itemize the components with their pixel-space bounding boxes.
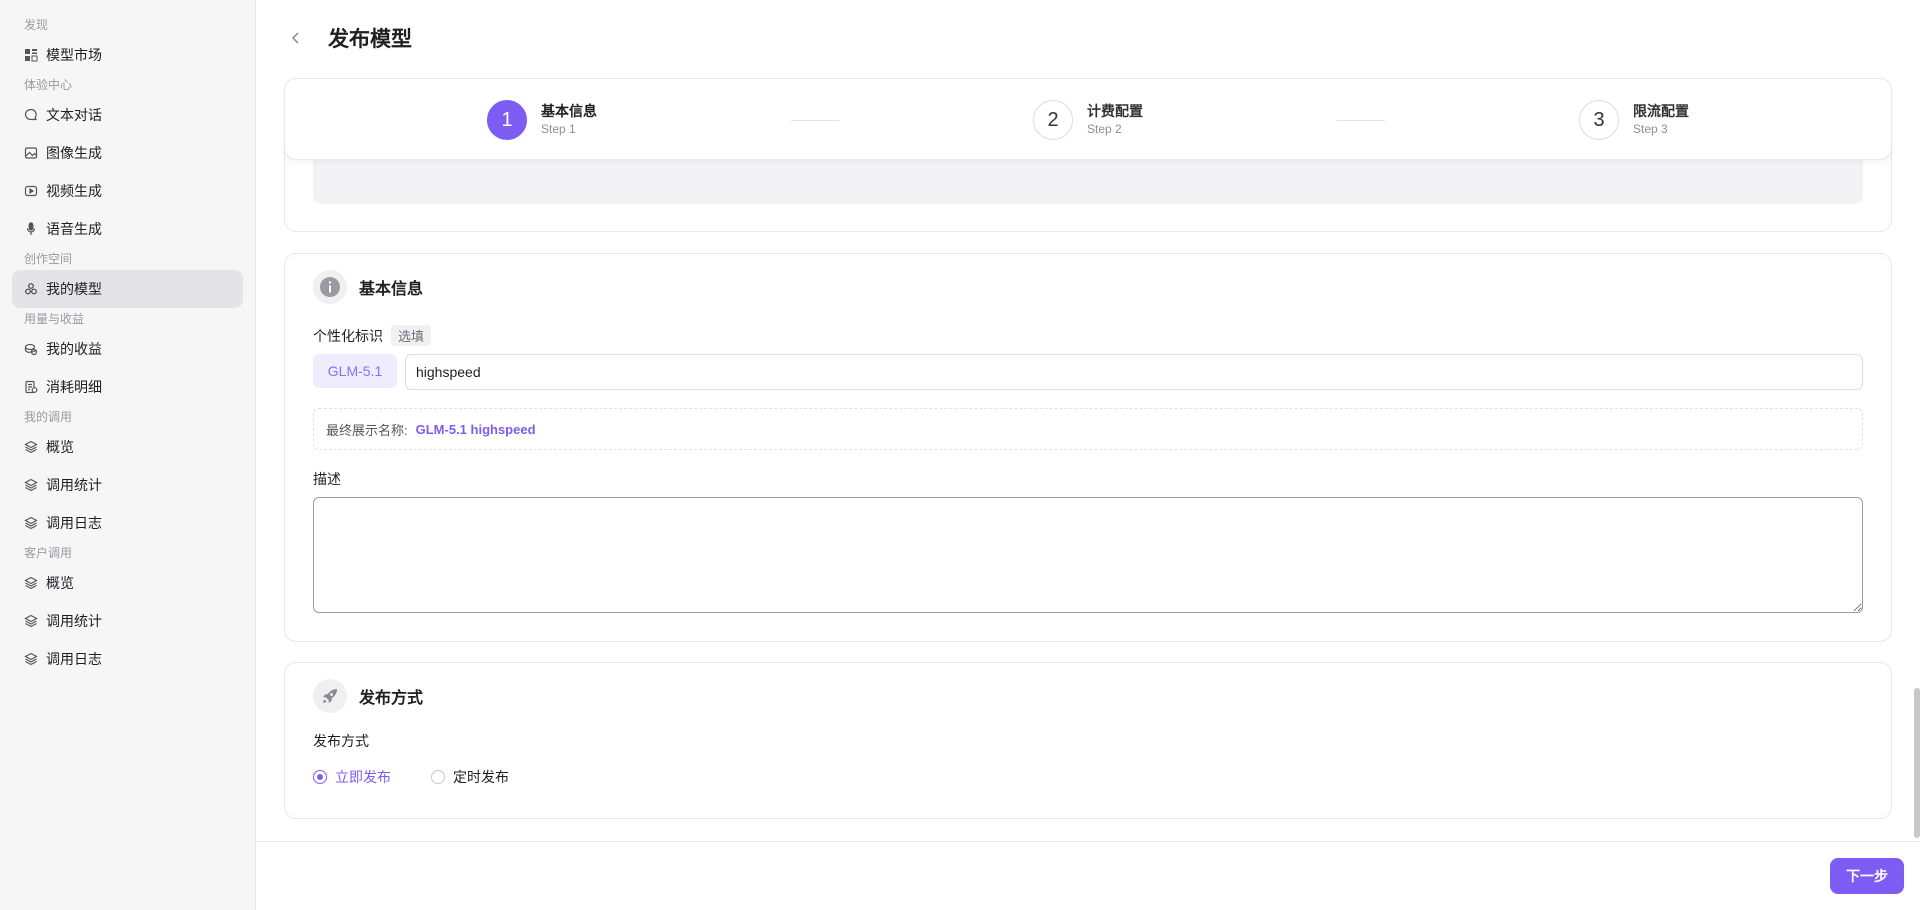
step-title: 基本信息: [541, 103, 597, 119]
sidebar-item-label: 调用日志: [46, 651, 102, 667]
sidebar-item-label: 模型市场: [46, 47, 102, 63]
step-connector: [791, 120, 839, 121]
sidebar-item-label: 文本对话: [46, 107, 102, 123]
sidebar-item-label: 调用统计: [46, 613, 102, 629]
step-number: 3: [1579, 100, 1619, 140]
receipt-icon: [24, 380, 38, 394]
stepper: 1 基本信息 Step 1 2 计费配置 Step 2 3 限流配置 Step …: [284, 78, 1892, 160]
sidebar-item-label: 消耗明细: [46, 379, 102, 395]
group-title-experience: 体验中心: [24, 78, 73, 92]
sidebar-item-label: 调用日志: [46, 515, 102, 531]
model-prefix-tag: GLM-5.1: [313, 354, 397, 388]
sidebar-item-image-gen[interactable]: 图像生成: [12, 134, 243, 172]
description-textarea[interactable]: [313, 497, 1863, 613]
basic-info-card: 基本信息 个性化标识 选填 GLM-5.1 最终展示名称: GLM-5.1 hi…: [284, 253, 1892, 642]
group-title-customer-calls: 客户调用: [24, 546, 73, 560]
back-button[interactable]: [284, 26, 308, 50]
custom-id-input[interactable]: [405, 354, 1863, 390]
scheduled-publish-radio[interactable]: 定时发布: [431, 767, 509, 787]
publish-method-card: 发布方式 发布方式 立即发布 定时发布: [284, 662, 1892, 819]
layers-icon: [24, 516, 38, 530]
main-panel: 发布模型 1 基本信息 Step 1 2 计费配置 Step 2 3 限流配置 …: [256, 0, 1920, 910]
card-title: 基本信息: [359, 281, 424, 298]
footer: 下一步: [256, 841, 1920, 910]
sidebar-item-customer-call-stats[interactable]: 调用统计: [12, 602, 243, 640]
layers-icon: [24, 576, 38, 590]
display-name-preview: 最终展示名称: GLM-5.1 highspeed: [313, 408, 1863, 450]
preview-value: GLM-5.1 highspeed: [415, 421, 536, 437]
sidebar-item-my-earnings[interactable]: 我的收益: [12, 330, 243, 368]
sidebar-item-consumption[interactable]: 消耗明细: [12, 368, 243, 406]
radio-dot: [313, 770, 327, 784]
sidebar-item-label: 语音生成: [46, 221, 102, 237]
group-title-creation: 创作空间: [24, 252, 73, 266]
card-header: 发布方式: [313, 679, 423, 713]
layers-icon: [24, 440, 38, 454]
step-subtitle: Step 3: [1633, 122, 1668, 136]
chat-bubble-icon: [24, 108, 38, 122]
sidebar-item-label: 概览: [46, 439, 74, 455]
sidebar-item-voice-gen[interactable]: 语音生成: [12, 210, 243, 248]
group-title-usage: 用量与收益: [24, 312, 85, 326]
sidebar-item-label: 视频生成: [46, 183, 102, 199]
radio-label: 定时发布: [453, 769, 509, 785]
models-icon: [24, 282, 38, 296]
card-header: 基本信息: [313, 270, 423, 304]
layers-icon: [24, 614, 38, 628]
image-icon: [24, 146, 38, 160]
grid-icon: [24, 48, 38, 62]
step-subtitle: Step 2: [1087, 122, 1122, 136]
scrollbar[interactable]: [1914, 688, 1920, 838]
sidebar-item-my-overview[interactable]: 概览: [12, 428, 243, 466]
sidebar-item-label: 我的收益: [46, 341, 102, 357]
field-label-text: 个性化标识: [313, 327, 383, 344]
sidebar-item-my-call-stats[interactable]: 调用统计: [12, 466, 243, 504]
step-title: 计费配置: [1087, 103, 1143, 119]
step-connector: [1337, 120, 1385, 121]
step-2[interactable]: 2 计费配置 Step 2: [1033, 100, 1143, 140]
sidebar-item-my-models[interactable]: 我的模型: [12, 270, 243, 308]
description-label: 描述: [313, 471, 341, 487]
sidebar-item-my-call-logs[interactable]: 调用日志: [12, 504, 243, 542]
step-number: 1: [487, 100, 527, 140]
sidebar-item-label: 图像生成: [46, 145, 102, 161]
radio-label: 立即发布: [335, 769, 391, 785]
sidebar-item-label: 调用统计: [46, 477, 102, 493]
publish-method-radio-group: 立即发布 定时发布: [313, 767, 549, 787]
group-title-discover: 发现: [24, 18, 49, 32]
microphone-icon: [24, 222, 38, 236]
rocket-icon: [313, 679, 347, 713]
group-title-my-calls: 我的调用: [24, 410, 73, 424]
sidebar-item-text-chat[interactable]: 文本对话: [12, 96, 243, 134]
sidebar: 发现 模型市场 体验中心 文本对话 图像生成 视频生成 语音生成 创作空间 我的…: [0, 0, 256, 910]
sidebar-item-label: 我的模型: [46, 281, 102, 297]
page-header: 发布模型: [256, 0, 1920, 76]
chevron-left-icon: [291, 32, 299, 44]
sidebar-item-customer-call-logs[interactable]: 调用日志: [12, 640, 243, 678]
next-button[interactable]: 下一步: [1830, 858, 1904, 894]
page-title: 发布模型: [328, 28, 412, 51]
card-title: 发布方式: [359, 690, 424, 707]
sidebar-item-label: 概览: [46, 575, 74, 591]
sidebar-item-customer-overview[interactable]: 概览: [12, 564, 243, 602]
step-3[interactable]: 3 限流配置 Step 3: [1579, 100, 1689, 140]
publish-now-radio[interactable]: 立即发布: [313, 767, 391, 787]
layers-icon: [24, 478, 38, 492]
step-1[interactable]: 1 基本信息 Step 1: [487, 100, 597, 140]
publish-method-label: 发布方式: [313, 733, 369, 749]
layers-icon: [24, 652, 38, 666]
radio-dot: [431, 770, 445, 784]
step-subtitle: Step 1: [541, 122, 576, 136]
optional-tag: 选填: [391, 325, 432, 346]
sidebar-item-video-gen[interactable]: 视频生成: [12, 172, 243, 210]
info-icon: [313, 270, 347, 304]
preview-label: 最终展示名称:: [326, 422, 408, 438]
coins-icon: [24, 342, 38, 356]
video-icon: [24, 184, 38, 198]
step-title: 限流配置: [1633, 103, 1689, 119]
step-number: 2: [1033, 100, 1073, 140]
sidebar-item-model-market[interactable]: 模型市场: [12, 36, 243, 74]
custom-id-label: 个性化标识 选填: [313, 325, 432, 346]
